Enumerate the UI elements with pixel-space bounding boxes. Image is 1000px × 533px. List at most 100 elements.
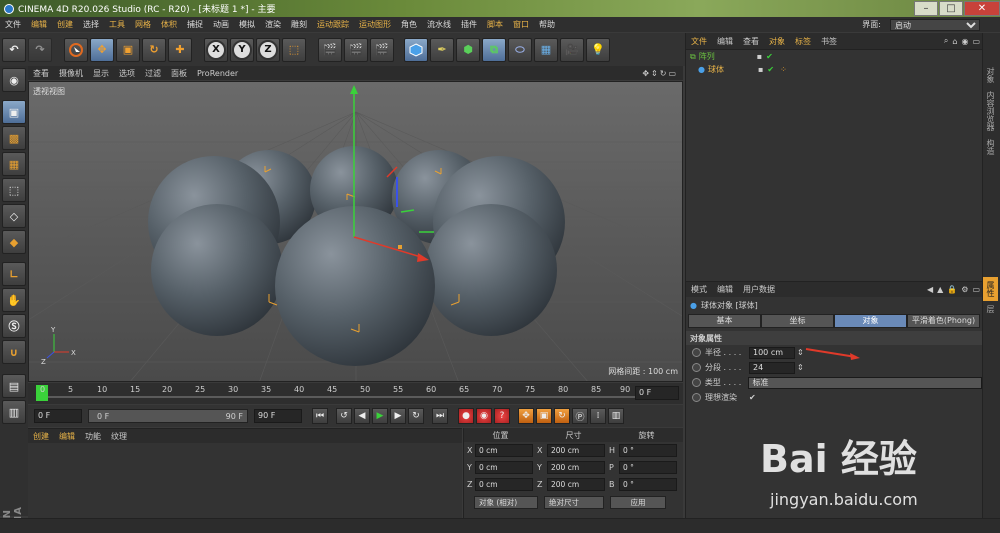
obj-menu-file[interactable]: 文件 bbox=[686, 36, 712, 47]
rotate-tool-button[interactable]: ↻ bbox=[142, 37, 166, 62]
select-tool-button[interactable] bbox=[64, 37, 88, 62]
minimize-button[interactable]: – bbox=[914, 1, 938, 16]
lock-icon[interactable]: 🔒 bbox=[945, 285, 959, 294]
settings-icon[interactable]: ⚙ bbox=[959, 285, 970, 294]
camera-button[interactable]: 🎥 bbox=[560, 37, 584, 62]
deformer-button[interactable]: ⬭ bbox=[508, 37, 532, 62]
right-tab-layers[interactable]: 层 bbox=[983, 301, 998, 317]
apply-button[interactable]: 应用 bbox=[610, 495, 666, 509]
menu-script[interactable]: 脚本 bbox=[482, 19, 508, 30]
animate-radio[interactable] bbox=[692, 348, 701, 357]
menu-character[interactable]: 角色 bbox=[396, 19, 422, 30]
attr-menu-mode[interactable]: 模式 bbox=[686, 284, 712, 295]
model-mode-button[interactable]: ▣ bbox=[2, 100, 26, 124]
rotation-h-field[interactable]: 0 ° bbox=[619, 444, 677, 457]
animate-radio[interactable] bbox=[692, 378, 701, 387]
workplane-mode-button[interactable]: ▦ bbox=[2, 152, 26, 176]
current-frame-field[interactable]: 0 F bbox=[635, 386, 679, 400]
position-x-field[interactable]: 0 cm bbox=[475, 444, 533, 457]
attr-menu-userdata[interactable]: 用户数据 bbox=[738, 284, 780, 295]
menu-window[interactable]: 窗口 bbox=[508, 19, 534, 30]
up-arrow-icon[interactable]: ▲ bbox=[935, 285, 945, 294]
array-button[interactable]: ⧉ bbox=[482, 37, 506, 62]
make-editable-button[interactable]: ◉ bbox=[2, 68, 26, 92]
size-y-field[interactable]: 200 cm bbox=[547, 461, 605, 474]
undo-button[interactable]: ↶ bbox=[2, 37, 26, 62]
stepper-icon[interactable]: ⇕ bbox=[797, 348, 804, 357]
menu-animate[interactable]: 动画 bbox=[208, 19, 234, 30]
floor-button[interactable]: ▦ bbox=[534, 37, 558, 62]
viewport-nav-icons[interactable]: ✥⇕↻▭ bbox=[637, 69, 683, 78]
coord-size-select[interactable]: 绝对尺寸 bbox=[544, 495, 604, 509]
back-arrow-icon[interactable]: ◀ bbox=[925, 285, 935, 294]
menu-simulate[interactable]: 模拟 bbox=[234, 19, 260, 30]
go-to-end-button[interactable]: ⏭ bbox=[432, 408, 448, 424]
workplane-lock-button[interactable]: ▤ bbox=[2, 374, 26, 398]
vp-menu-display[interactable]: 显示 bbox=[88, 68, 114, 79]
object-row-sphere[interactable]: ● 球体 ▪ ✔ ⁘ bbox=[686, 63, 982, 76]
maximize-button[interactable]: □ bbox=[939, 1, 963, 16]
solo-button[interactable]: ▥ bbox=[2, 400, 26, 424]
menu-plugins[interactable]: 插件 bbox=[456, 19, 482, 30]
menu-sculpt[interactable]: 雕刻 bbox=[286, 19, 312, 30]
position-y-field[interactable]: 0 cm bbox=[475, 461, 533, 474]
cube-button[interactable] bbox=[404, 37, 428, 62]
record-scale-button[interactable]: ▣ bbox=[536, 408, 552, 424]
menu-volume[interactable]: 体积 bbox=[156, 19, 182, 30]
y-axis-button[interactable]: Y bbox=[230, 37, 254, 62]
render-view-button[interactable]: 🎬 bbox=[318, 37, 342, 62]
move-tool-button[interactable]: ✥ bbox=[90, 37, 114, 62]
vp-menu-prorender[interactable]: ProRender bbox=[192, 69, 243, 78]
snap-button[interactable]: Ⓢ bbox=[2, 314, 26, 338]
eye-icon[interactable]: ◉ bbox=[959, 37, 970, 46]
segments-field[interactable]: 24 bbox=[749, 361, 795, 374]
menu-tools[interactable]: 工具 bbox=[104, 19, 130, 30]
timeline-window-button[interactable]: ▥ bbox=[608, 408, 624, 424]
go-to-start-button[interactable]: ⏮ bbox=[312, 408, 328, 424]
prev-key-button[interactable]: ↺ bbox=[336, 408, 352, 424]
obj-menu-edit[interactable]: 编辑 bbox=[712, 36, 738, 47]
menu-render[interactable]: 渲染 bbox=[260, 19, 286, 30]
menu-file[interactable]: 文件 bbox=[0, 19, 26, 30]
axis-mode-button[interactable]: ∟ bbox=[2, 262, 26, 286]
render-picture-viewer-button[interactable]: 🎬 bbox=[344, 37, 368, 62]
right-tab-attributes[interactable]: 属性 bbox=[983, 277, 998, 301]
mat-menu-create[interactable]: 创建 bbox=[28, 431, 54, 442]
attr-menu-edit[interactable]: 编辑 bbox=[712, 284, 738, 295]
mat-menu-function[interactable]: 功能 bbox=[80, 431, 106, 442]
home-icon[interactable]: ⌂ bbox=[950, 37, 959, 46]
ideal-render-checkbox[interactable]: ✔ bbox=[749, 393, 756, 402]
vp-menu-panel[interactable]: 面板 bbox=[166, 68, 192, 79]
render-settings-button[interactable]: 🎬 bbox=[370, 37, 394, 62]
live-select-button[interactable]: ✚ bbox=[168, 37, 192, 62]
tab-phong[interactable]: 平滑着色(Phong) bbox=[907, 314, 980, 328]
texture-mode-button[interactable]: ▩ bbox=[2, 126, 26, 150]
record-rotation-button[interactable]: ↻ bbox=[554, 408, 570, 424]
point-mode-button[interactable]: ⬚ bbox=[2, 178, 26, 202]
menu-select[interactable]: 选择 bbox=[78, 19, 104, 30]
menu-motion-tracking[interactable]: 运动跟踪 bbox=[312, 19, 354, 30]
coord-mode-select[interactable]: 对象 (相对) bbox=[474, 495, 538, 509]
edge-mode-button[interactable]: ◇ bbox=[2, 204, 26, 228]
size-z-field[interactable]: 200 cm bbox=[547, 478, 605, 491]
search-icon[interactable]: ⌕ bbox=[942, 36, 950, 46]
vp-menu-view[interactable]: 查看 bbox=[28, 68, 54, 79]
right-tab-content-browser[interactable]: 内容浏览器 bbox=[983, 87, 998, 135]
vp-menu-filter[interactable]: 过滤 bbox=[140, 68, 166, 79]
subdivision-button[interactable]: ⬢ bbox=[456, 37, 480, 62]
object-row-array[interactable]: ⧉ 阵列 ▪ ✔ bbox=[686, 50, 982, 63]
mat-menu-texture[interactable]: 纹理 bbox=[106, 431, 132, 442]
new-panel-icon[interactable]: ▭ bbox=[970, 285, 982, 294]
play-button[interactable]: ▶ bbox=[372, 408, 388, 424]
obj-menu-object[interactable]: 对象 bbox=[764, 36, 790, 47]
polygon-mode-button[interactable]: ◆ bbox=[2, 230, 26, 254]
mat-menu-edit[interactable]: 编辑 bbox=[54, 431, 80, 442]
close-button[interactable]: ✕ bbox=[964, 1, 1000, 16]
menu-pipeline[interactable]: 流水线 bbox=[422, 19, 456, 30]
redo-button[interactable]: ↷ bbox=[28, 37, 52, 62]
tab-coordinates[interactable]: 坐标 bbox=[761, 314, 834, 328]
end-frame-field[interactable]: 90 F bbox=[254, 409, 302, 423]
keyframe-selection-button[interactable]: ? bbox=[494, 408, 510, 424]
x-axis-button[interactable]: X bbox=[204, 37, 228, 62]
timeline-ruler[interactable]: 0 5 10 15 20 25 30 35 40 45 50 55 60 65 … bbox=[28, 383, 683, 404]
